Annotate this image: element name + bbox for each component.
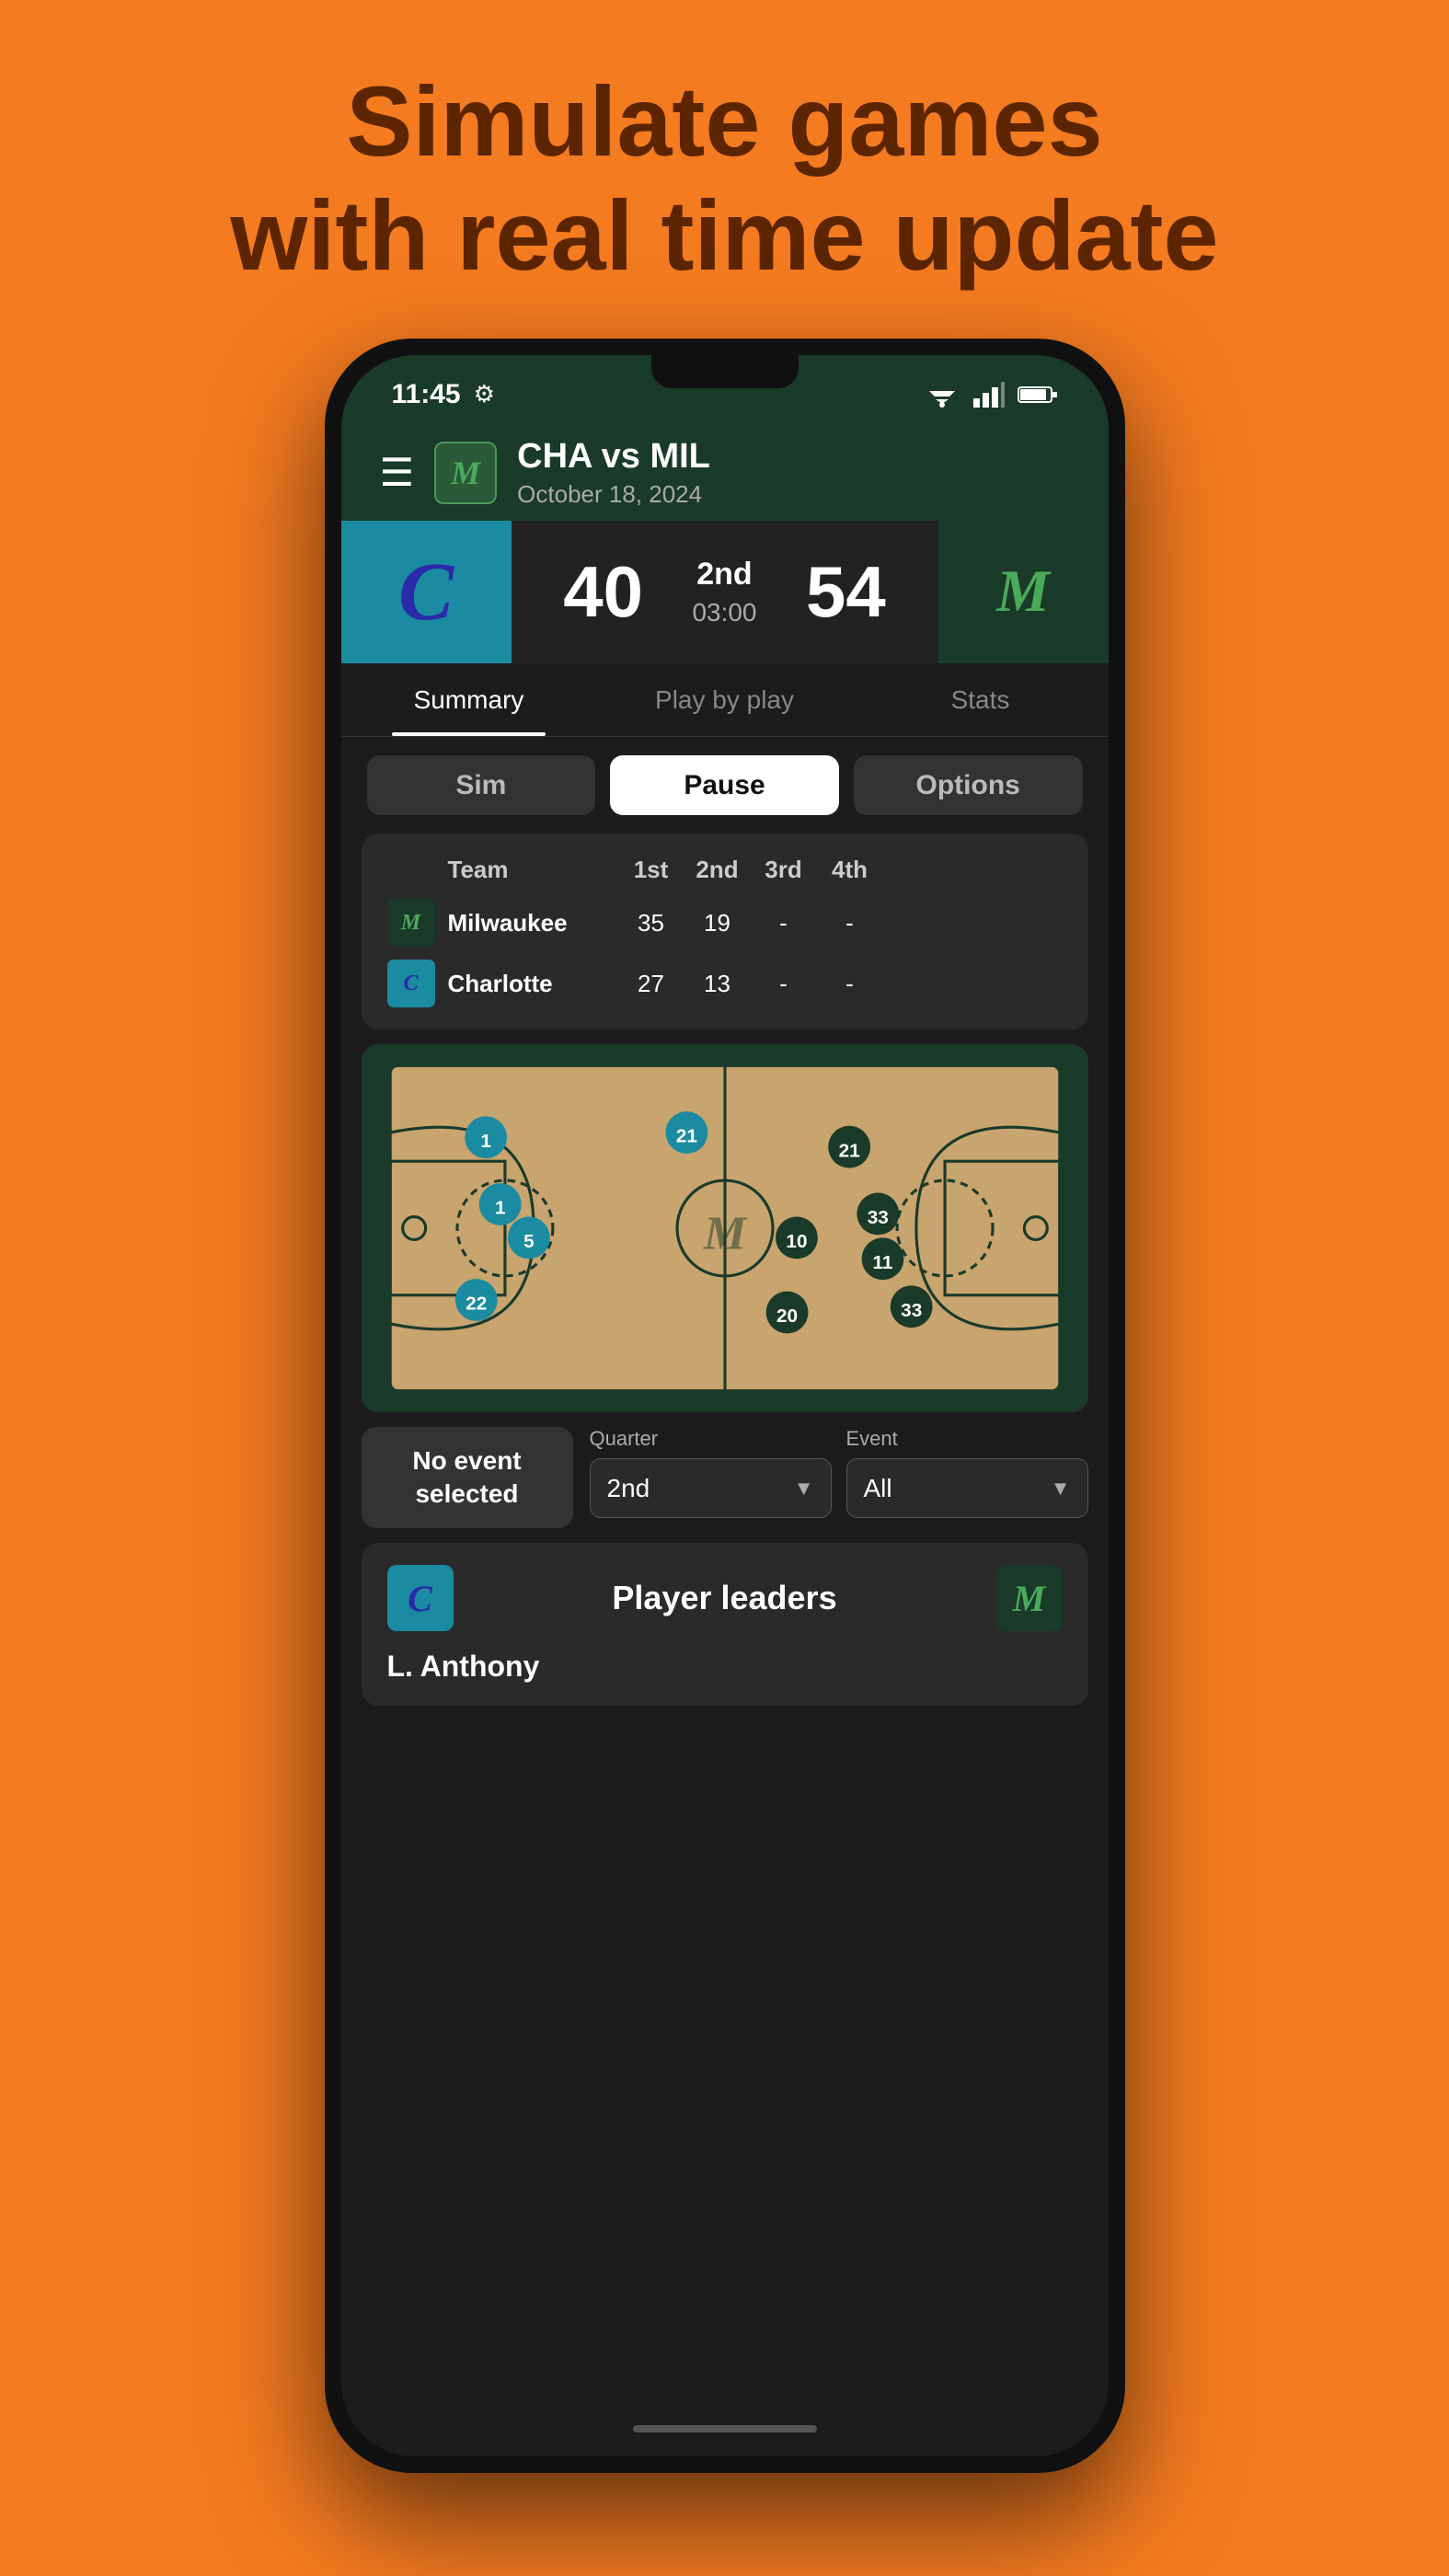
event-chevron-icon: ▼ — [1051, 1477, 1071, 1501]
quarter-label: 2nd — [692, 557, 756, 592]
col-3rd-header: 3rd — [751, 856, 817, 884]
player-leaders: C Player leaders M L. Anthony — [362, 1543, 1088, 1706]
page-headline: Simulate games with real time update — [230, 64, 1218, 293]
no-event-text: No eventselected — [412, 1444, 521, 1512]
svg-text:M: M — [702, 1208, 747, 1260]
tab-stats[interactable]: Stats — [853, 663, 1109, 736]
svg-text:22: 22 — [466, 1294, 487, 1315]
table-row-milwaukee: M Milwaukee 35 19 - - — [387, 899, 1063, 947]
cha-leaders-logo: C — [387, 1565, 454, 1631]
event-value: All — [864, 1474, 892, 1503]
col-1st-header: 1st — [618, 856, 684, 884]
quarter-info: 2nd 03:00 — [692, 557, 756, 627]
svg-text:21: 21 — [675, 1126, 696, 1147]
quarter-dropdown[interactable]: Quarter 2nd ▼ — [590, 1427, 832, 1518]
bottom-bar — [341, 2401, 1109, 2456]
settings-icon: ⚙ — [474, 380, 495, 408]
sim-button[interactable]: Sim — [367, 755, 596, 815]
quarter-label: Quarter — [590, 1427, 832, 1451]
svg-text:33: 33 — [901, 1300, 922, 1321]
quarter-time: 03:00 — [692, 598, 756, 627]
mil-leaders-logo: M — [996, 1565, 1063, 1631]
home-indicator — [633, 2425, 817, 2432]
col-4th-header: 4th — [817, 856, 883, 884]
headline-line1: Simulate games — [346, 65, 1102, 177]
tabs-bar: Summary Play by play Stats — [341, 663, 1109, 737]
cha-logo-score: C — [398, 545, 454, 639]
svg-text:33: 33 — [867, 1207, 888, 1228]
tab-summary[interactable]: Summary — [341, 663, 597, 736]
phone-screen: 11:45 ⚙ — [341, 355, 1109, 2456]
controls-bar: Sim Pause Options — [341, 737, 1109, 834]
mil-logo-score: M — [996, 558, 1050, 627]
svg-text:20: 20 — [776, 1306, 798, 1328]
home-score: 40 — [563, 550, 643, 634]
svg-text:1: 1 — [494, 1198, 505, 1219]
menu-icon[interactable]: ☰ — [380, 450, 415, 495]
match-date: October 18, 2024 — [517, 480, 710, 509]
svg-text:10: 10 — [786, 1231, 807, 1252]
quarter-value: 2nd — [607, 1474, 650, 1503]
options-button[interactable]: Options — [854, 755, 1083, 815]
header-text: CHA vs MIL October 18, 2024 — [517, 437, 710, 509]
event-selector: No eventselected Quarter 2nd ▼ — [362, 1427, 1088, 1528]
score-table: Team 1st 2nd 3rd 4th M Milwaukee 35 19 -… — [362, 834, 1088, 1029]
app-header: ☰ M CHA vs MIL October 18, 2024 — [341, 424, 1109, 521]
score-middle: 40 2nd 03:00 54 — [512, 521, 938, 663]
col-team-header: Team — [448, 856, 618, 884]
player-name: L. Anthony — [387, 1650, 1063, 1684]
svg-text:5: 5 — [523, 1231, 535, 1252]
court-svg: M 1 1 5 22 21 — [362, 1044, 1088, 1412]
no-event-box: No eventselected — [362, 1427, 573, 1528]
match-title: CHA vs MIL — [517, 437, 710, 477]
away-score: 54 — [806, 550, 886, 634]
svg-text:1: 1 — [480, 1131, 491, 1152]
battery-icon — [1018, 384, 1058, 406]
team-right: M — [938, 521, 1109, 663]
headline-line2: with real time update — [230, 179, 1218, 291]
quarter-chevron-icon: ▼ — [794, 1477, 814, 1501]
dropdowns-container: Quarter 2nd ▼ Event All ▼ — [590, 1427, 1088, 1518]
pause-button[interactable]: Pause — [610, 755, 839, 815]
court-container: M 1 1 5 22 21 — [362, 1044, 1088, 1412]
phone-shell: 11:45 ⚙ — [325, 339, 1125, 2473]
table-row-charlotte: C Charlotte 27 13 - - — [387, 960, 1063, 1007]
status-time: 11:45 — [392, 379, 461, 410]
wifi-icon — [926, 382, 959, 408]
event-label: Event — [846, 1427, 1088, 1451]
team-logo-header: M — [434, 442, 497, 504]
svg-text:21: 21 — [838, 1141, 859, 1162]
svg-text:11: 11 — [872, 1252, 892, 1273]
team-left: C — [341, 521, 512, 663]
event-dropdown[interactable]: Event All ▼ — [846, 1427, 1088, 1518]
score-area: C 40 2nd 03:00 54 M — [341, 521, 1109, 663]
signal-icon — [972, 382, 1005, 408]
leaders-title: Player leaders — [612, 1579, 836, 1617]
col-2nd-header: 2nd — [684, 856, 751, 884]
leaders-header: C Player leaders M — [387, 1565, 1063, 1631]
tab-play-by-play[interactable]: Play by play — [597, 663, 853, 736]
